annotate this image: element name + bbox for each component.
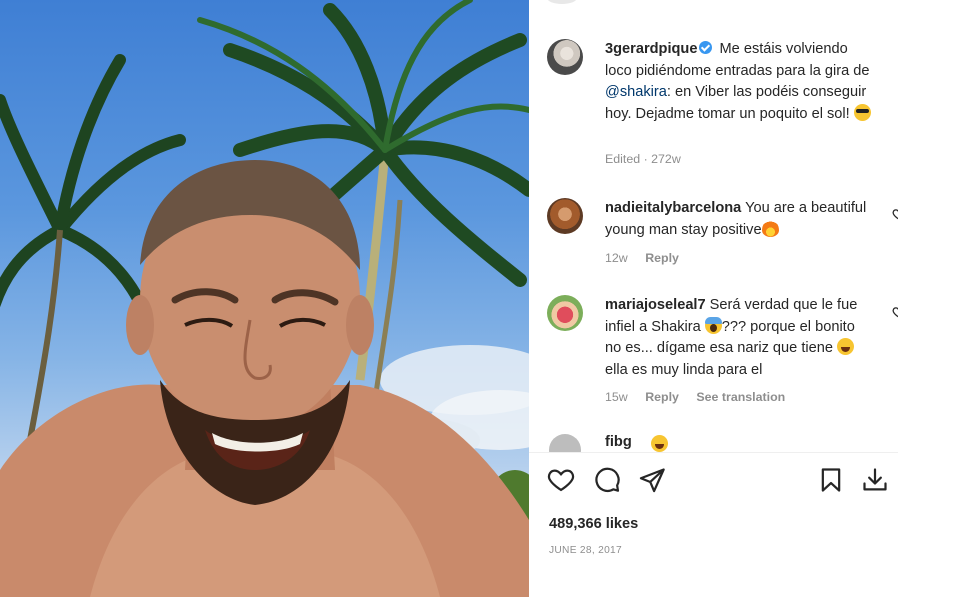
mention-link[interactable]: @shakira <box>605 84 667 100</box>
previous-avatar-fragment <box>547 0 577 4</box>
bookmark-icon[interactable] <box>817 466 845 494</box>
comment-text: nadieitalybarcelona You are a beautiful … <box>605 198 875 241</box>
comment-meta: 12w Reply <box>605 251 693 265</box>
comment-username[interactable]: mariajoseleal7 <box>605 297 706 313</box>
laughing-emoji-icon <box>651 435 668 452</box>
comment-meta: 15w Reply See translation <box>605 390 799 404</box>
sunglasses-emoji-icon <box>853 103 871 121</box>
scream-emoji-icon <box>704 316 722 334</box>
page-background <box>898 0 954 597</box>
post-photo[interactable] <box>0 0 529 597</box>
caption-text: 3gerardpique Me estáis volviendo loco pi… <box>605 39 875 125</box>
comment-item: mariajoseleal7 Será verdad que le fue in… <box>547 295 905 415</box>
post-caption: 3gerardpique Me estáis volviendo loco pi… <box>547 39 899 174</box>
caption-edited-time: Edited · 272w <box>605 152 681 166</box>
author-avatar[interactable] <box>547 39 583 75</box>
commenter-avatar[interactable] <box>547 198 583 234</box>
comment-username[interactable]: fibg <box>605 434 632 450</box>
comment-username[interactable]: nadieitalybarcelona <box>605 200 741 216</box>
comment-item-partial: fibg <box>547 434 887 452</box>
photo-illustration <box>0 0 529 597</box>
laughing-emoji-icon <box>837 338 855 355</box>
post-sidebar: 3gerardpique Me estáis volviendo loco pi… <box>529 0 954 597</box>
verified-badge-icon <box>699 41 713 54</box>
send-icon[interactable] <box>638 466 666 494</box>
comment-body-part-3: ella es muy linda para el <box>605 361 763 378</box>
comment-icon[interactable] <box>593 466 621 494</box>
divider <box>529 452 898 453</box>
action-bar <box>547 466 897 496</box>
reply-button[interactable]: Reply <box>645 390 679 404</box>
see-translation-button[interactable]: See translation <box>696 390 785 404</box>
likes-count[interactable]: 489,366 likes <box>549 516 638 532</box>
author-username[interactable]: 3gerardpique <box>605 41 697 57</box>
comment-text: mariajoseleal7 Será verdad que le fue in… <box>605 295 875 381</box>
heart-icon[interactable] <box>547 466 575 494</box>
caption-meta: Edited · 272w <box>605 152 695 166</box>
comment-item: nadieitalybarcelona You are a beautiful … <box>547 198 905 273</box>
post-date: JUNE 28, 2017 <box>549 545 622 556</box>
download-icon[interactable] <box>861 466 889 494</box>
comment-time: 12w <box>605 251 628 265</box>
commenter-avatar[interactable] <box>549 434 581 452</box>
commenter-avatar[interactable] <box>547 295 583 331</box>
comment-time: 15w <box>605 390 628 404</box>
fire-emoji-icon <box>761 219 779 237</box>
reply-button[interactable]: Reply <box>645 251 679 265</box>
